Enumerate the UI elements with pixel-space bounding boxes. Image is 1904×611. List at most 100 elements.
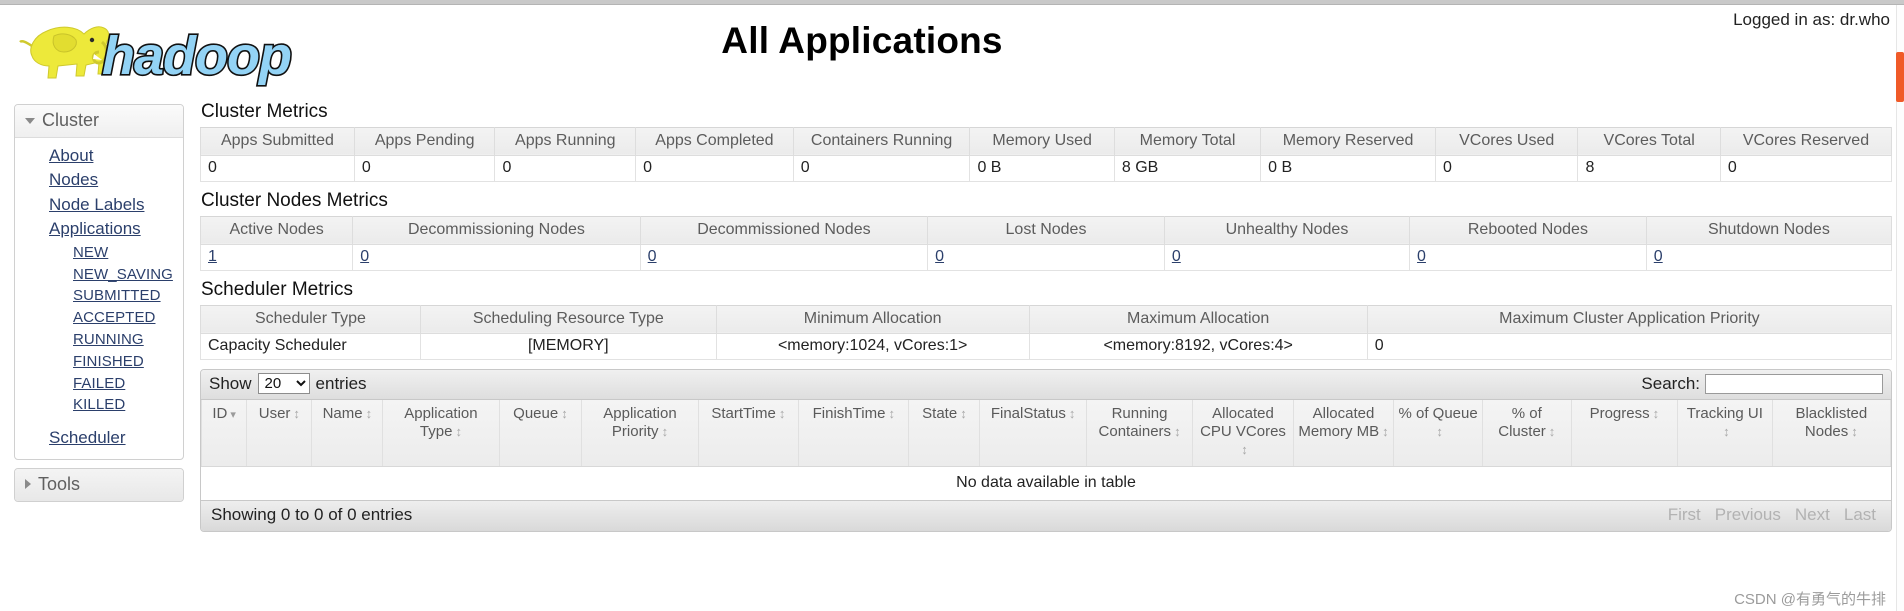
- th-name[interactable]: Name: [311, 399, 384, 467]
- sidebar-state-new-saving[interactable]: NEW_SAVING: [15, 264, 183, 286]
- search-label: Search:: [1641, 373, 1700, 393]
- cluster-nodes-metrics-title: Cluster Nodes Metrics: [201, 189, 388, 211]
- th-allocated-memory-mb[interactable]: Allocated Memory MB: [1292, 399, 1395, 467]
- th-allocated-cpu-vcores[interactable]: Allocated CPU VCores: [1192, 399, 1294, 467]
- search-input[interactable]: [1705, 373, 1883, 394]
- th-label-allocated-cpu-vcores: Allocated CPU VCores: [1200, 404, 1286, 440]
- cluster-metrics-table: Apps Submitted Apps Pending Apps Running…: [200, 126, 1893, 182]
- sidebar-panel-cluster: Cluster About Nodes Node Labels Applicat…: [14, 104, 184, 460]
- page-length-control: Show 20 40 60 80 100 entries: [209, 373, 367, 395]
- th-label-name: Name: [322, 404, 363, 422]
- sidebar-state-running[interactable]: RUNNING: [15, 329, 183, 351]
- sort-both-icon-percent-of-queue: [1436, 425, 1443, 439]
- sidebar-item-scheduler[interactable]: Scheduler: [15, 426, 183, 450]
- th-label-progress: Progress: [1589, 404, 1650, 422]
- th-label-percent-of-cluster: % of Cluster: [1498, 404, 1546, 440]
- pager-previous[interactable]: Previous: [1710, 505, 1786, 525]
- th-finalstatus[interactable]: FinalStatus: [979, 399, 1087, 467]
- link-rebooted-nodes[interactable]: 0: [1417, 248, 1426, 265]
- th-label-allocated-memory-mb: Allocated Memory MB: [1298, 404, 1380, 440]
- sidebar-state-killed[interactable]: KILLED: [15, 394, 183, 416]
- sidebar-state-submitted[interactable]: SUBMITTED: [15, 285, 183, 307]
- th-label-state: State: [922, 404, 958, 422]
- link-decommissioned-nodes[interactable]: 0: [648, 248, 657, 265]
- th-blacklisted-nodes[interactable]: Blacklisted Nodes: [1771, 399, 1891, 467]
- sidebar-state-failed[interactable]: FAILED: [15, 373, 183, 395]
- val-max-cluster-app-priority: 0: [1366, 333, 1893, 360]
- hadoop-logo-icon: hadoop: [19, 24, 294, 88]
- link-active-nodes[interactable]: 1: [208, 248, 217, 265]
- th-label-percent-of-queue: % of Queue: [1398, 404, 1478, 422]
- th-percent-of-cluster[interactable]: % of Cluster: [1481, 399, 1572, 467]
- th-label-finalstatus: FinalStatus: [990, 404, 1066, 422]
- link-shutdown-nodes[interactable]: 0: [1654, 248, 1663, 265]
- th-user[interactable]: User: [246, 399, 313, 467]
- th-label-user: User: [258, 404, 291, 422]
- sort-both-icon-queue: [561, 407, 568, 421]
- th-percent-of-queue[interactable]: % of Queue: [1393, 399, 1483, 467]
- col-scheduler-type: Scheduler Type: [200, 304, 421, 334]
- sidebar-state-finished[interactable]: FINISHED: [15, 351, 183, 373]
- th-running-containers[interactable]: Running Containers: [1085, 399, 1194, 467]
- sidebar-item-node-labels[interactable]: Node Labels: [15, 193, 183, 217]
- applications-header-row: ID User Name Application Type Queue Appl…: [201, 399, 1891, 467]
- main-content: Cluster Metrics Apps Submitted Apps Pend…: [199, 101, 1893, 532]
- th-application-type[interactable]: Application Type: [382, 399, 500, 467]
- cluster-metrics-header-row: Apps Submitted Apps Pending Apps Running…: [200, 126, 1893, 156]
- val-maximum-allocation: <memory:8192, vCores:4>: [1028, 333, 1368, 360]
- val-scheduling-resource-type: [MEMORY]: [419, 333, 717, 360]
- hadoop-logo[interactable]: hadoop: [14, 12, 314, 90]
- th-starttime[interactable]: StartTime: [697, 399, 800, 467]
- pager-last[interactable]: Last: [1839, 505, 1881, 525]
- sidebar-item-about[interactable]: About: [15, 144, 183, 168]
- link-lost-nodes[interactable]: 0: [935, 248, 944, 265]
- th-tracking-ui[interactable]: Tracking UI: [1677, 399, 1773, 467]
- col-lost-nodes: Lost Nodes: [927, 215, 1165, 245]
- sidebar-state-new[interactable]: NEW: [15, 242, 183, 264]
- pager-next[interactable]: Next: [1790, 505, 1835, 525]
- col-decommissioned-nodes: Decommissioned Nodes: [639, 215, 929, 245]
- col-max-cluster-app-priority: Maximum Cluster Application Priority: [1366, 304, 1893, 334]
- pagination: First Previous Next Last: [1663, 505, 1881, 525]
- th-queue[interactable]: Queue: [498, 399, 583, 467]
- th-label-queue: Queue: [513, 404, 559, 422]
- sidebar-item-applications[interactable]: Applications: [15, 217, 183, 241]
- pager-first[interactable]: First: [1663, 505, 1706, 525]
- nodes-metrics-value-row: 1 0 0 0 0 0 0: [199, 244, 1893, 271]
- col-containers-running: Containers Running: [792, 126, 971, 156]
- show-label: Show: [209, 373, 252, 393]
- page-length-select[interactable]: 20 40 60 80 100: [257, 373, 310, 395]
- sort-both-icon-percent-of-cluster: [1549, 425, 1556, 439]
- th-progress[interactable]: Progress: [1570, 399, 1679, 467]
- col-apps-completed: Apps Completed: [635, 126, 794, 156]
- link-unhealthy-nodes[interactable]: 0: [1172, 248, 1181, 265]
- th-id[interactable]: ID: [201, 399, 248, 467]
- col-apps-submitted: Apps Submitted: [200, 126, 355, 156]
- sidebar-item-nodes[interactable]: Nodes: [15, 168, 183, 192]
- val-lost-nodes-cell: 0: [927, 244, 1165, 271]
- sidebar-state-accepted[interactable]: ACCEPTED: [15, 307, 183, 329]
- col-maximum-allocation: Maximum Allocation: [1028, 304, 1368, 334]
- link-decommissioning-nodes[interactable]: 0: [360, 248, 369, 265]
- window-top-bar: [0, 0, 1904, 5]
- val-minimum-allocation: <memory:1024, vCores:1>: [715, 333, 1030, 360]
- sort-desc-icon-id: [230, 410, 236, 421]
- sort-both-icon-tracking-ui: [1723, 425, 1730, 439]
- sidebar-tools-header[interactable]: Tools: [15, 468, 183, 501]
- nodes-metrics-header-row: Active Nodes Decommissioning Nodes Decom…: [199, 215, 1893, 245]
- empty-row: No data available in table: [201, 466, 1891, 500]
- empty-message: No data available in table: [201, 466, 1891, 500]
- sort-both-icon-user: [293, 407, 300, 421]
- search-control: Search:: [1641, 373, 1883, 394]
- col-rebooted-nodes: Rebooted Nodes: [1409, 215, 1647, 245]
- th-finishtime[interactable]: FinishTime: [798, 399, 910, 467]
- th-state[interactable]: State: [908, 399, 981, 467]
- page-scrollbar-thumb[interactable]: [1896, 52, 1904, 102]
- val-apps-running: 0: [494, 155, 637, 182]
- sort-both-icon-finalstatus: [1069, 407, 1076, 421]
- val-apps-pending: 0: [353, 155, 496, 182]
- table-info: Showing 0 to 0 of 0 entries: [211, 505, 413, 525]
- val-vcores-used: 0: [1434, 155, 1579, 182]
- sidebar-cluster-header[interactable]: Cluster: [15, 105, 183, 138]
- th-application-priority[interactable]: Application Priority: [581, 399, 699, 467]
